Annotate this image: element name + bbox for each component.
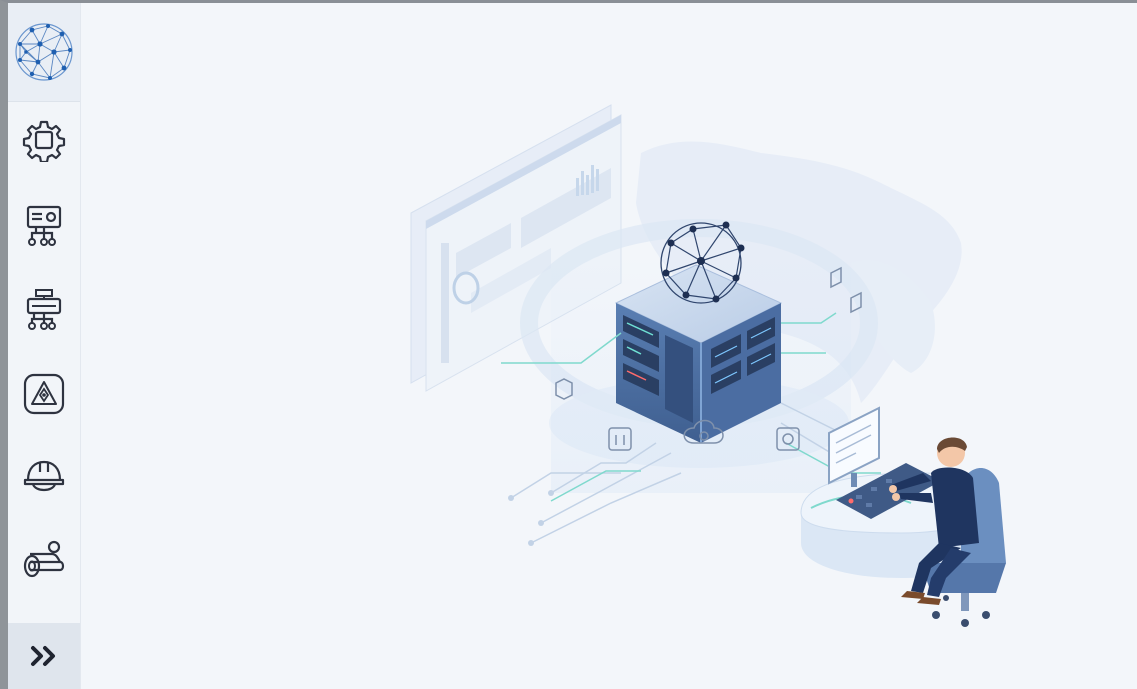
sidebar-item-pipeline[interactable]	[8, 519, 80, 601]
device-tree-icon	[26, 289, 62, 330]
device-network-icon	[26, 205, 62, 246]
warning-tag-icon	[23, 373, 65, 415]
sidebar-item-safety[interactable]	[8, 435, 80, 517]
expand-sidebar-button[interactable]	[8, 623, 80, 689]
double-chevron-right-icon	[31, 646, 55, 666]
main-content	[81, 3, 1137, 689]
network-globe-icon	[15, 23, 73, 81]
server-network-illustration	[410, 104, 1006, 627]
app-logo[interactable]	[8, 3, 80, 102]
sidebar-item-devices[interactable]	[8, 185, 80, 267]
hard-hat-icon	[23, 460, 65, 492]
sidebar	[8, 3, 81, 689]
gear-icon	[22, 120, 66, 162]
sidebar-item-device-tree[interactable]	[8, 269, 80, 351]
sidebar-item-alarms[interactable]	[8, 353, 80, 435]
pipeline-location-icon	[23, 540, 65, 578]
sidebar-item-settings[interactable]	[8, 99, 80, 181]
